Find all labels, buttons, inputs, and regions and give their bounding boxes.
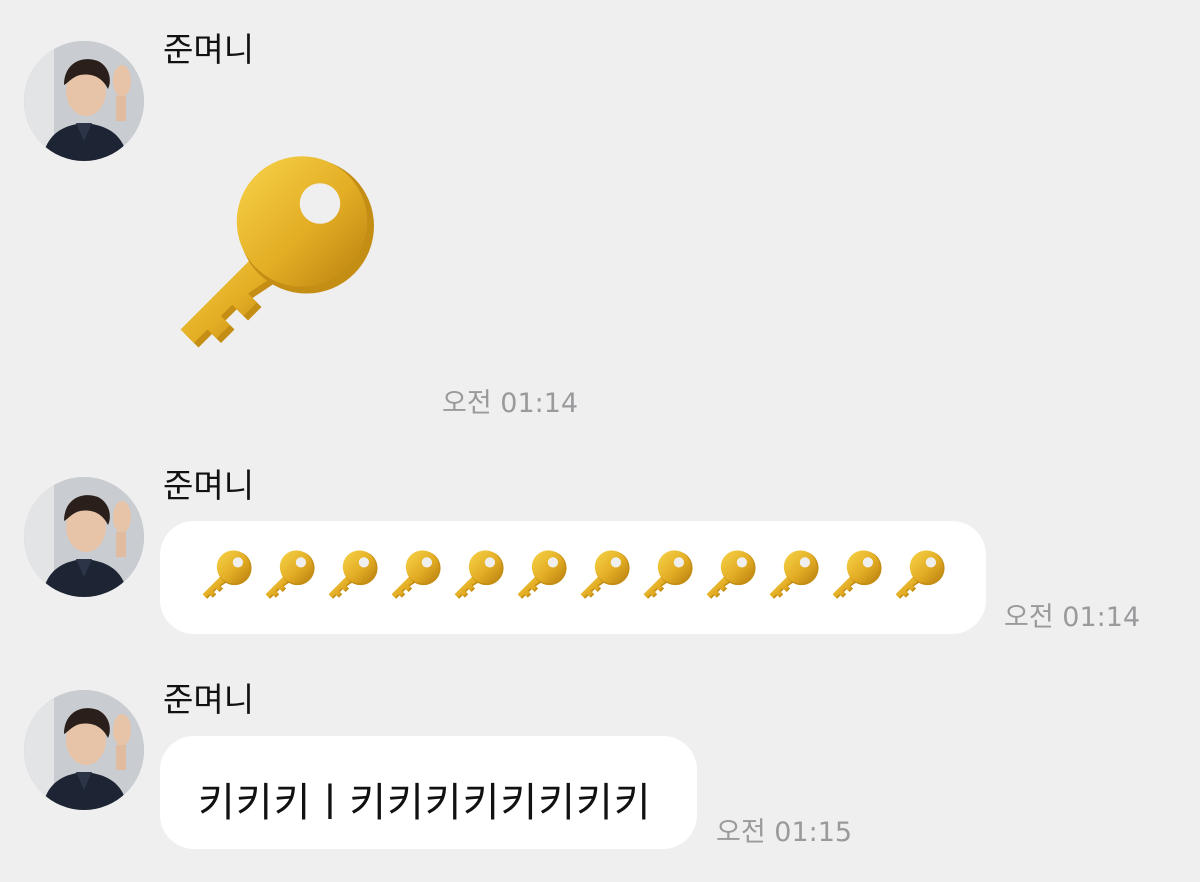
key-icon (765, 543, 822, 609)
key-icon[interactable] (160, 145, 390, 370)
key-icon (702, 543, 759, 609)
key-icon (198, 543, 255, 609)
key-icon (576, 543, 633, 609)
sender-name: 준며니 (163, 30, 255, 69)
key-icon (261, 543, 318, 609)
avatar[interactable] (24, 477, 144, 597)
sender-name: 준며니 (163, 466, 255, 505)
key-icon (450, 543, 507, 609)
key-icon (828, 543, 885, 609)
key-icon (513, 543, 570, 609)
key-icon (639, 543, 696, 609)
message-bubble[interactable] (160, 521, 986, 634)
message-time: 오전 01:15 (716, 817, 853, 848)
message-time: 오전 01:14 (1004, 602, 1141, 633)
message-bubble[interactable]: 키키키ㅣ키키키키키키키키 (160, 736, 697, 849)
avatar-photo (24, 41, 144, 161)
key-icon (891, 543, 948, 609)
message-time: 오전 01:14 (442, 388, 579, 419)
key-icon (324, 543, 381, 609)
avatar-photo (24, 690, 144, 810)
avatar[interactable] (24, 690, 144, 810)
key-emoji-row (198, 543, 948, 609)
sender-name: 준며니 (163, 680, 255, 719)
message-text: 키키키ㅣ키키키키키키키키 (198, 780, 652, 826)
key-icon (387, 543, 444, 609)
avatar[interactable] (24, 41, 144, 161)
avatar-photo (24, 477, 144, 597)
